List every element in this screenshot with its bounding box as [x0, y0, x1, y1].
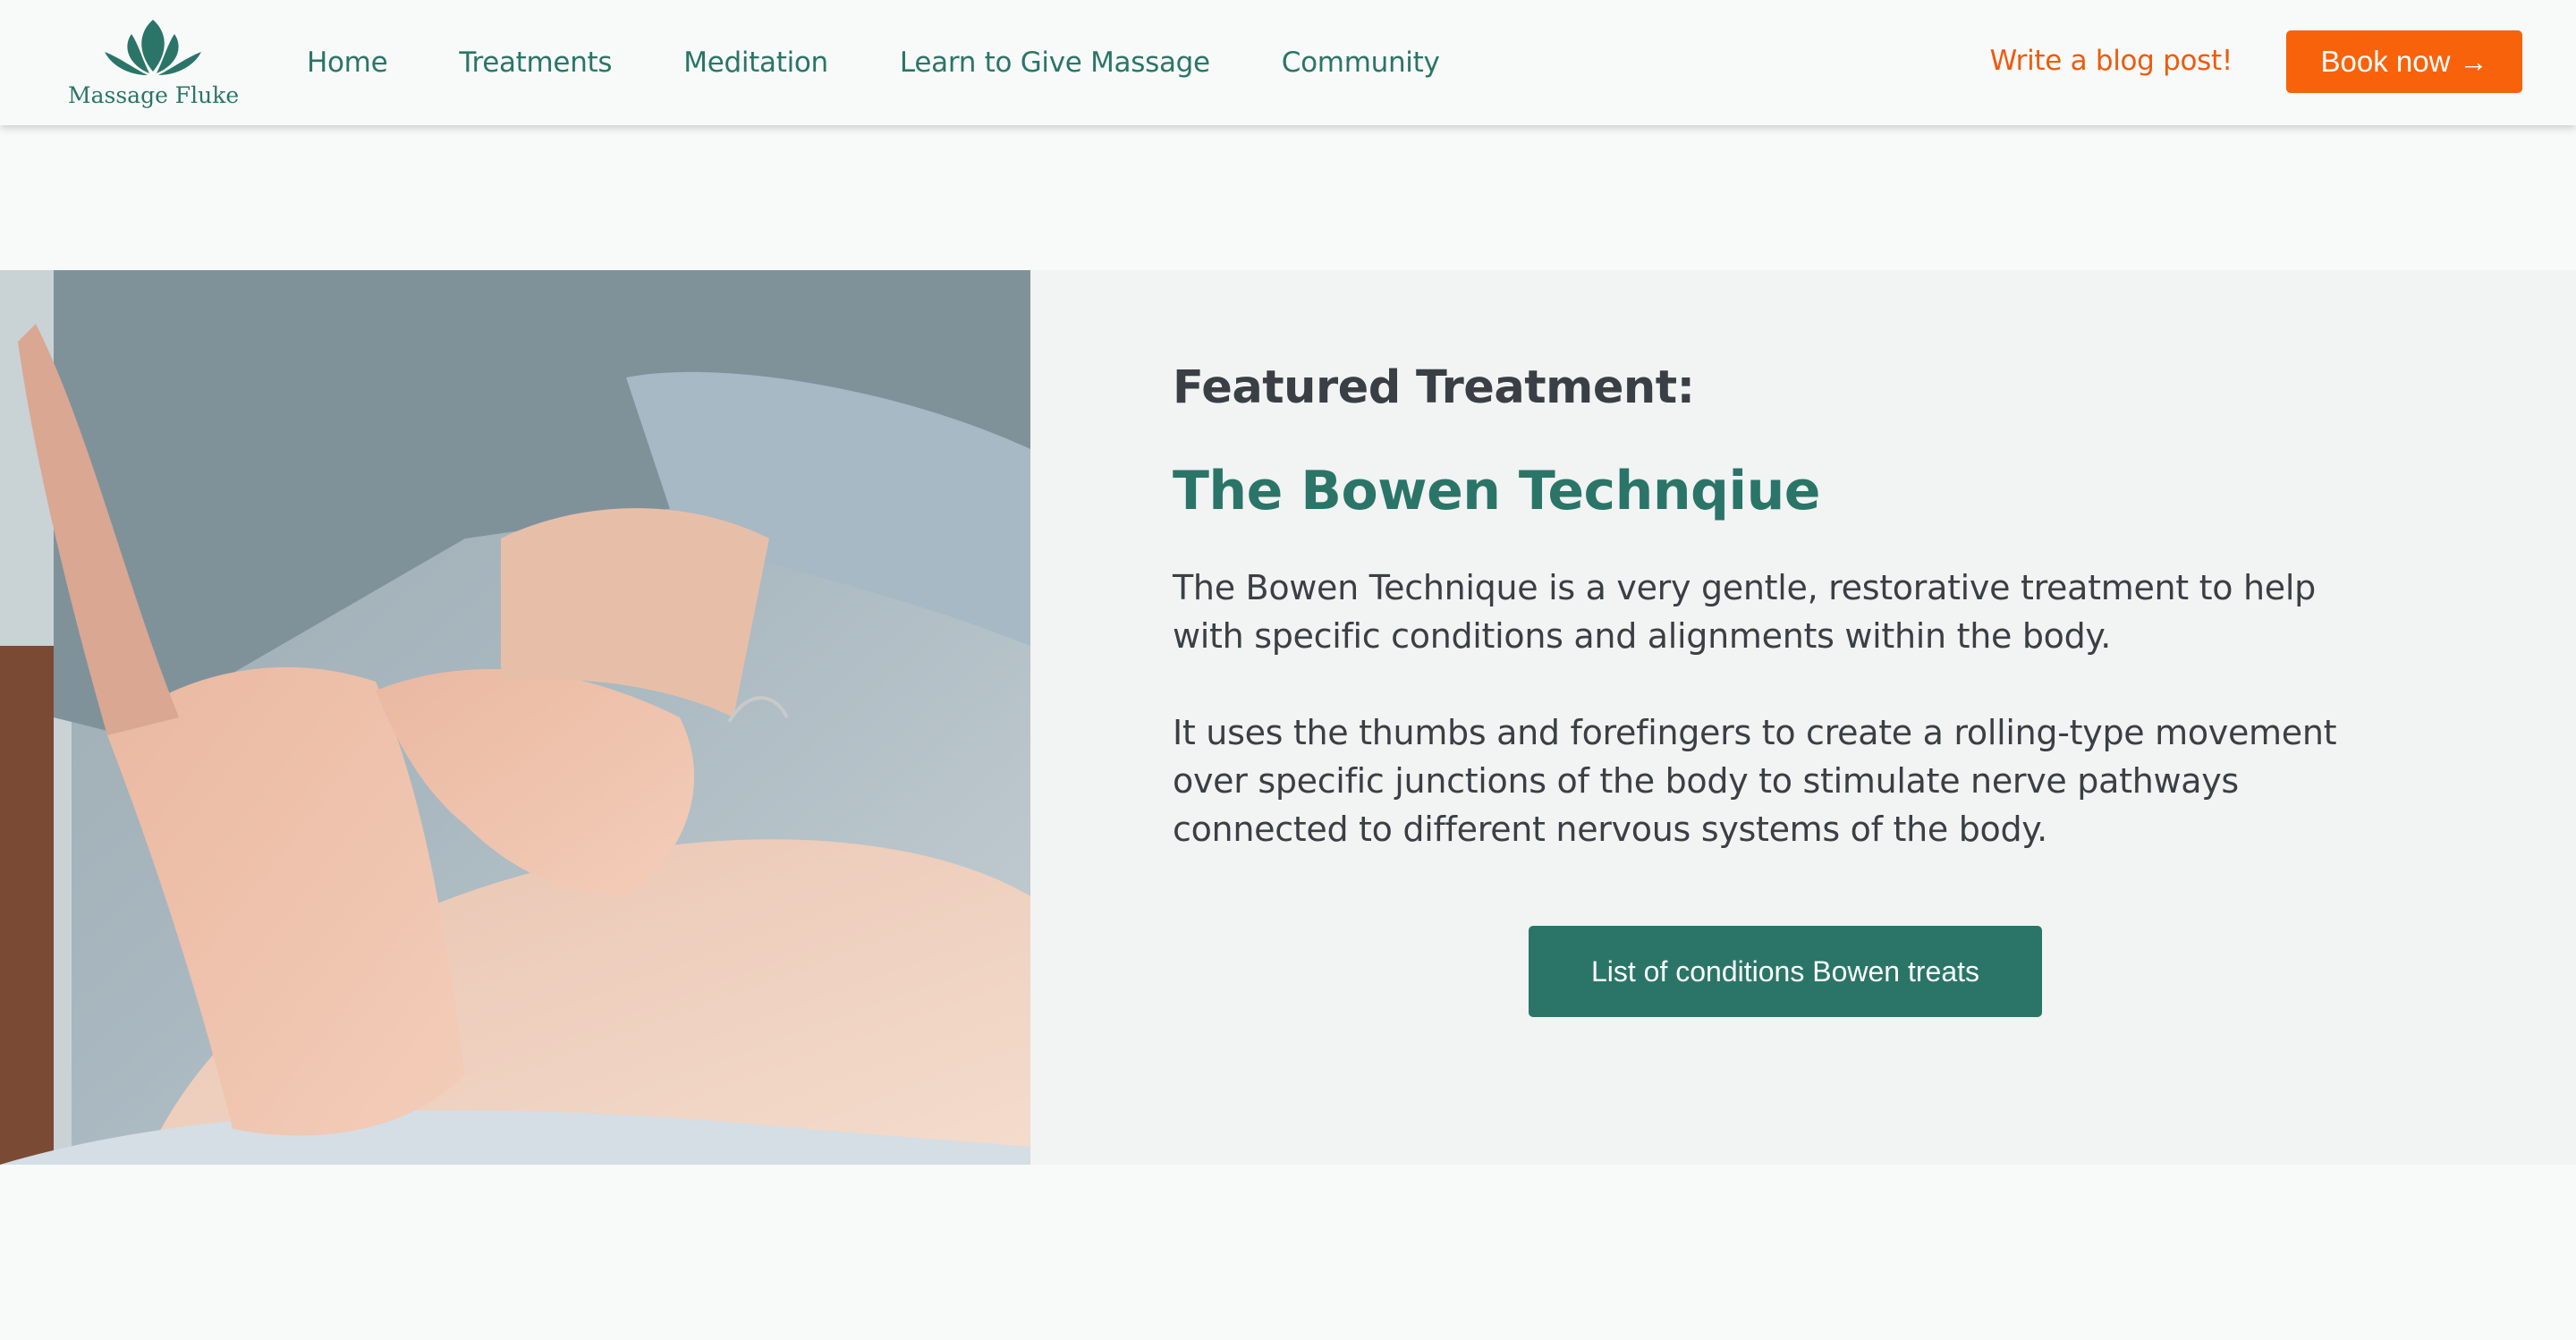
featured-label: Featured Treatment: [1173, 361, 1695, 414]
feature-paragraph: The Bowen Technique is a very gentle, re… [1173, 568, 2316, 656]
conditions-list-button[interactable]: List of conditions Bowen treats [1529, 926, 2042, 1017]
book-now-label: Book now [2320, 45, 2451, 78]
site-header: Massage Fluke Home Treatments Meditation… [0, 0, 2576, 125]
feature-paragraph: It uses the thumbs and forefingers to cr… [1173, 713, 2337, 849]
massage-photo [0, 270, 1030, 1165]
featured-treatment-section: Featured Treatment: The Bowen Technqiue … [0, 270, 2576, 1165]
write-blog-link[interactable]: Write a blog post! [1990, 45, 2233, 77]
nav-item-treatments[interactable]: Treatments [459, 47, 612, 79]
arrow-right-icon: → [2459, 45, 2488, 78]
nav-item-meditation[interactable]: Meditation [683, 47, 828, 79]
treatment-title: The Bowen Technqiue [1173, 460, 1820, 522]
nav-item-community[interactable]: Community [1282, 47, 1440, 79]
brand-logo[interactable]: Massage Fluke [68, 16, 240, 109]
nav-item-learn-to-give-massage[interactable]: Learn to Give Massage [900, 47, 1210, 79]
nav-item-home[interactable]: Home [307, 47, 388, 79]
main-nav: Home Treatments Meditation Learn to Give… [307, 45, 1512, 81]
book-now-button[interactable]: Book now → [2286, 30, 2522, 93]
brand-name: Massage Fluke [68, 82, 240, 108]
lotus-icon [105, 20, 201, 75]
